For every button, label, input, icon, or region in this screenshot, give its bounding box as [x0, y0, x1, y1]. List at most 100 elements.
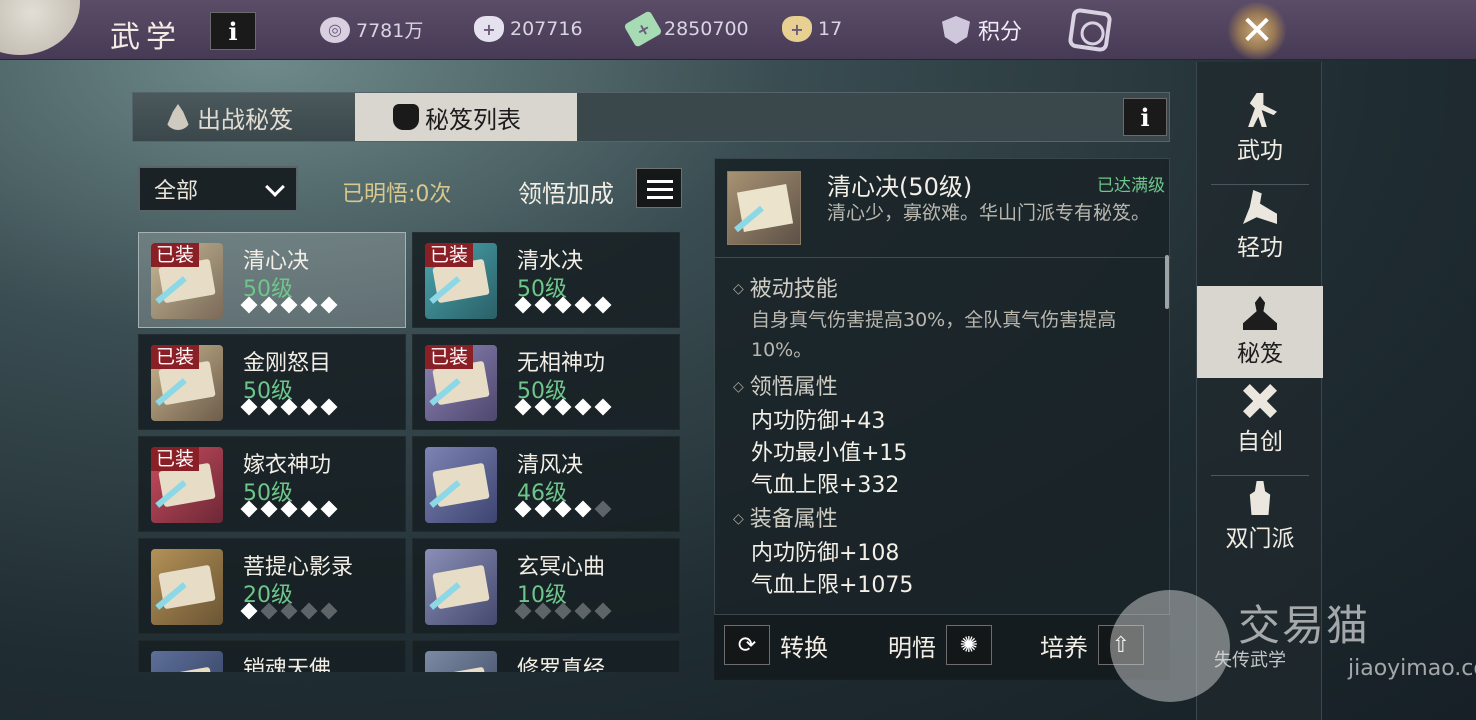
currency-value: 2850700	[664, 18, 749, 40]
passive-skill-text: 自身真气伤害提高30%，全队真气伤害提高10%。	[751, 309, 1117, 361]
star-diamond-icon	[594, 602, 612, 620]
currency-value: 17	[818, 18, 843, 40]
watermark-brand: 交易猫	[1238, 601, 1371, 650]
star-diamond-icon	[260, 602, 278, 620]
list-view-button[interactable]	[636, 168, 682, 208]
martial-stance-icon	[1248, 93, 1277, 127]
info-button[interactable]: i	[210, 12, 256, 50]
tab-manual-list[interactable]: 秘笈列表	[355, 93, 577, 141]
silver-ingot-icon: +	[474, 16, 504, 42]
tab-label: 出战秘笈	[197, 105, 293, 134]
manual-book-icon	[425, 651, 497, 672]
category-filter-dropdown[interactable]: 全部	[138, 166, 298, 212]
star-diamond-icon	[534, 500, 552, 518]
mask-icon	[393, 104, 419, 130]
manual-card[interactable]: 修罗真经	[412, 640, 680, 672]
equipped-badge: 已装	[151, 243, 200, 267]
page-title: 武学	[110, 20, 182, 55]
manual-card[interactable]: 玄冥心曲 10级	[412, 538, 680, 634]
manual-card[interactable]: 已装 清心决 50级	[138, 232, 406, 328]
star-rating	[514, 398, 612, 416]
enlight-attr-heading: 领悟属性	[733, 369, 838, 401]
moon-decoration	[0, 0, 80, 55]
settings-icon[interactable]	[1067, 7, 1113, 53]
filter-value: 全部	[154, 179, 199, 204]
star-diamond-icon	[320, 602, 338, 620]
convert-label: 转换	[780, 633, 828, 662]
star-diamond-icon	[594, 398, 612, 416]
manual-card[interactable]: 已装 嫁衣神功 50级	[138, 436, 406, 532]
manual-card[interactable]: 已装 金刚怒目 50级	[138, 334, 406, 430]
equipped-badge: 已装	[425, 243, 474, 267]
tab-bar: 出战秘笈 秘笈列表 i	[132, 92, 1170, 142]
enlight-label: 明悟	[888, 633, 936, 662]
sidebar-item[interactable]: 轻功	[1197, 179, 1323, 273]
enlight-button[interactable]: 明悟 ✺	[888, 625, 992, 665]
star-diamond-icon	[574, 500, 592, 518]
star-diamond-icon	[514, 296, 532, 314]
convert-arrows-icon: ⟳	[724, 625, 770, 665]
star-diamond-icon	[514, 500, 532, 518]
star-diamond-icon	[574, 398, 592, 416]
manual-card[interactable]: 销魂天佛	[138, 640, 406, 672]
star-diamond-icon	[280, 602, 298, 620]
sidebar-item[interactable]: 双门派	[1197, 470, 1323, 564]
manual-book-icon: 已装	[425, 243, 497, 319]
sidebar-item-label: 双门派	[1225, 526, 1295, 552]
star-rating	[240, 296, 338, 314]
star-diamond-icon	[554, 500, 572, 518]
sidebar-item[interactable]: 武功	[1197, 82, 1323, 176]
tab-label: 秘笈列表	[425, 105, 521, 134]
star-diamond-icon	[240, 296, 258, 314]
currency-silver: + 207716	[474, 16, 583, 42]
cat-logo-icon	[1110, 590, 1230, 702]
sidebar-item[interactable]: 自创	[1197, 373, 1323, 467]
currency-jade: + 2850700	[623, 10, 749, 48]
chevron-down-icon	[265, 177, 285, 197]
star-rating	[514, 296, 612, 314]
manual-card[interactable]: 清风决 46级	[412, 436, 680, 532]
comprehension-bonus-label: 领悟加成	[518, 180, 614, 208]
meditation-icon	[165, 104, 191, 130]
meditation-icon	[1243, 296, 1277, 330]
star-diamond-icon	[280, 296, 298, 314]
crossed-swords-icon	[1243, 384, 1277, 418]
convert-button[interactable]: ⟳ 转换	[724, 625, 828, 665]
equip-stat: 内功防御+108	[751, 541, 900, 566]
star-diamond-icon	[574, 296, 592, 314]
tab-deployed-manuals[interactable]: 出战秘笈	[133, 93, 355, 141]
cultivate-label: 培养	[1040, 633, 1088, 662]
max-level-badge: 已达满级	[1097, 176, 1165, 196]
list-icon	[647, 180, 673, 183]
manual-book-icon: 已装	[151, 243, 223, 319]
scrollbar[interactable]	[1165, 255, 1169, 309]
manual-book-icon: 已装	[151, 345, 223, 421]
star-diamond-icon	[240, 602, 258, 620]
top-bar: 武学 i ◎ 7781万 + 207716 + 2850700 + 17 积分 …	[0, 0, 1476, 60]
currency-gold: + 17	[782, 16, 842, 42]
enlight-figure-icon: ✺	[946, 625, 992, 665]
star-diamond-icon	[240, 398, 258, 416]
tabs-info-button[interactable]: i	[1123, 98, 1167, 136]
points-label: 积分	[978, 20, 1023, 45]
list-icon	[647, 196, 673, 199]
divider	[715, 257, 1171, 258]
manual-card[interactable]: 菩提心影录 20级	[138, 538, 406, 634]
equipped-badge: 已装	[151, 447, 200, 471]
close-button[interactable]: ✕	[1226, 2, 1288, 60]
manual-name: 销魂天佛	[243, 657, 332, 672]
star-diamond-icon	[534, 602, 552, 620]
manual-card[interactable]: 已装 清水决 50级	[412, 232, 680, 328]
manual-book-icon: 已装	[425, 345, 497, 421]
currency-copper: ◎ 7781万	[320, 16, 423, 43]
star-diamond-icon	[514, 398, 532, 416]
star-rating	[514, 602, 612, 620]
points-button[interactable]: 积分	[942, 14, 1022, 46]
star-diamond-icon	[300, 602, 318, 620]
star-diamond-icon	[260, 398, 278, 416]
star-diamond-icon	[300, 398, 318, 416]
manual-card[interactable]: 已装 无相神功 50级	[412, 334, 680, 430]
coin-stack-icon: ◎	[320, 16, 350, 43]
star-diamond-icon	[280, 398, 298, 416]
sidebar-item[interactable]: 秘笈	[1197, 286, 1323, 378]
